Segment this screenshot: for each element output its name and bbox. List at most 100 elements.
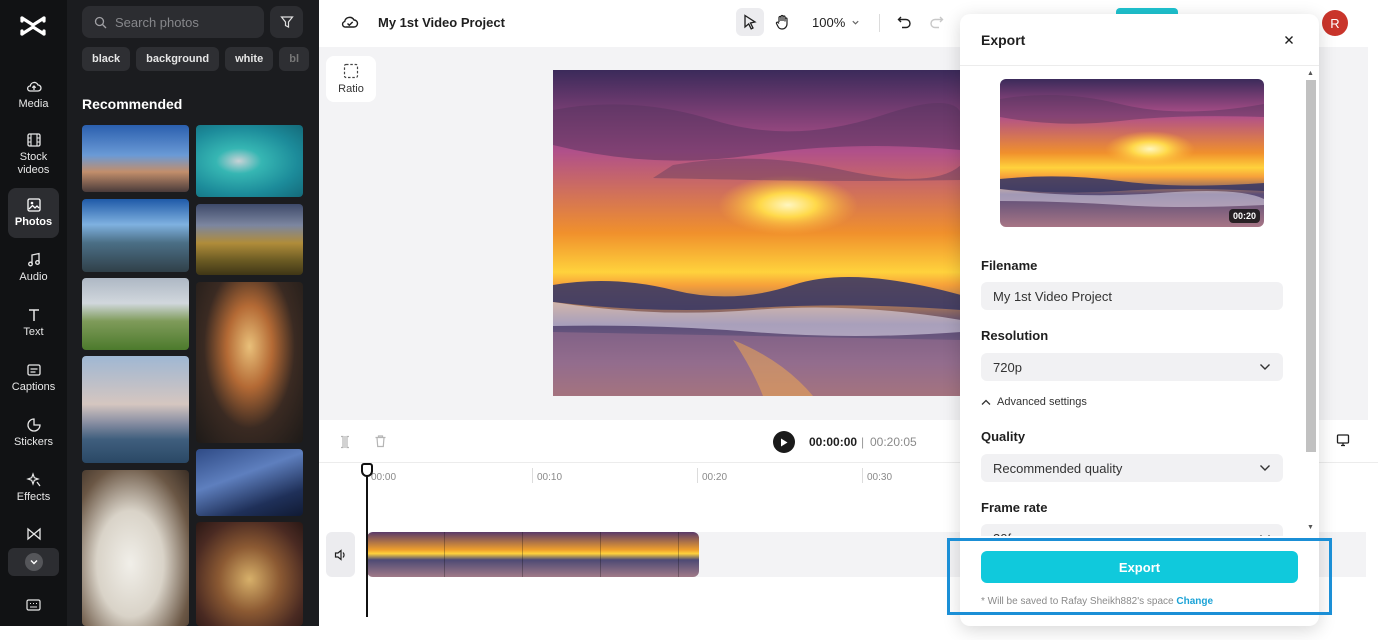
photo-thumbnail[interactable] xyxy=(82,199,189,272)
photo-thumbnail[interactable] xyxy=(196,282,303,443)
chevron-down-icon xyxy=(1260,465,1270,471)
quality-value: Recommended quality xyxy=(993,460,1123,476)
ratio-label: Ratio xyxy=(338,83,364,95)
text-icon xyxy=(28,309,39,321)
photo-thumbnail[interactable] xyxy=(82,470,189,626)
keyboard-icon[interactable] xyxy=(26,599,41,612)
clip-frame xyxy=(601,532,679,577)
timeline-tick: 00:10 xyxy=(532,468,562,483)
photo-thumbnail[interactable] xyxy=(82,356,189,463)
sparkle-icon xyxy=(25,472,41,487)
search-icon xyxy=(94,16,107,28)
hand-tool-button[interactable] xyxy=(768,8,796,36)
scrollbar-thumb[interactable] xyxy=(1306,80,1316,452)
filename-input[interactable] xyxy=(993,288,1271,304)
advanced-settings-label: Advanced settings xyxy=(997,396,1087,408)
rail-item-media[interactable]: Media xyxy=(8,70,59,120)
avatar[interactable]: R xyxy=(1322,10,1348,36)
rail-item-audio[interactable]: Audio xyxy=(8,243,59,293)
photo-thumbnail[interactable] xyxy=(196,125,303,197)
close-button[interactable] xyxy=(1278,29,1300,51)
photo-thumbnail[interactable] xyxy=(196,522,303,626)
filter-button[interactable] xyxy=(270,6,303,38)
resolution-value: 720p xyxy=(993,359,1022,375)
rail-item-stickers[interactable]: Stickers xyxy=(8,408,59,458)
delete-icon[interactable] xyxy=(374,434,387,448)
left-nav-rail: Media Stock videos Photos Audio Text Cap… xyxy=(0,0,67,626)
chevron-down-icon xyxy=(1260,364,1270,370)
clip-frame xyxy=(679,532,699,577)
rail-item-label: Stock videos xyxy=(17,150,50,176)
export-thumbnail: 00:20 xyxy=(1000,79,1264,227)
capcut-logo-icon[interactable] xyxy=(19,13,47,39)
select-tool-button[interactable] xyxy=(736,8,764,36)
rail-item-effects[interactable]: Effects xyxy=(8,463,59,513)
dialog-title: Export xyxy=(981,32,1026,48)
speaker-icon xyxy=(334,548,345,561)
rail-item-label: Audio xyxy=(19,271,48,283)
resolution-select[interactable]: 720p xyxy=(981,353,1283,381)
cloud-save-icon[interactable] xyxy=(341,14,359,30)
redo-button[interactable] xyxy=(922,8,950,36)
redo-icon xyxy=(929,16,943,29)
save-location-note: * Will be saved to Rafay Sheikh882's spa… xyxy=(981,596,1213,607)
music-note-icon xyxy=(27,252,40,267)
chevron-down-icon xyxy=(1260,535,1270,536)
rail-item-photos[interactable]: Photos xyxy=(8,188,59,238)
quality-select[interactable]: Recommended quality xyxy=(981,454,1283,482)
photo-thumbnail[interactable] xyxy=(196,449,303,516)
chevron-up-icon xyxy=(981,399,991,405)
scroll-up-arrow[interactable]: ▲ xyxy=(1307,70,1314,77)
export-button[interactable]: Export xyxy=(981,551,1298,583)
tag-chip[interactable]: white xyxy=(225,47,274,71)
total-time: 00:20:05 xyxy=(870,435,917,449)
rail-item-text[interactable]: Text xyxy=(8,298,59,348)
ratio-icon xyxy=(343,63,359,79)
advanced-settings-toggle[interactable]: Advanced settings xyxy=(981,396,1087,408)
sunset-beach-image xyxy=(1000,79,1264,227)
fullscreen-preview-icon[interactable] xyxy=(1336,433,1350,447)
hand-icon xyxy=(775,14,788,30)
track-volume-button[interactable] xyxy=(326,532,355,577)
search-input[interactable] xyxy=(115,14,255,30)
zoom-dropdown[interactable]: 100% xyxy=(812,15,860,30)
framerate-value: 30fps xyxy=(993,531,1025,537)
tag-chip[interactable]: background xyxy=(136,47,220,71)
photo-thumbnail[interactable] xyxy=(82,125,189,192)
photo-thumbnail[interactable] xyxy=(82,278,189,350)
rail-item-label: Text xyxy=(23,326,44,338)
rail-item-label: Photos xyxy=(14,216,53,228)
split-icon[interactable] xyxy=(339,435,351,449)
video-preview[interactable] xyxy=(553,70,961,396)
rail-item-label: Effects xyxy=(16,491,51,503)
duration-badge: 00:20 xyxy=(1228,209,1260,223)
current-time: 00:00:00 xyxy=(809,435,858,449)
pointer-icon xyxy=(744,14,757,30)
rail-item-captions[interactable]: Captions xyxy=(8,353,59,403)
export-settings-scroll[interactable]: 00:20 Filename Resolution 720p Advanced … xyxy=(960,66,1319,536)
filename-field[interactable] xyxy=(981,282,1283,310)
tag-chip[interactable]: bl xyxy=(279,47,309,71)
search-box[interactable] xyxy=(82,6,264,38)
export-dialog: Export 00:20 Filename My 1st Video Proje… xyxy=(960,14,1319,626)
change-space-link[interactable]: Change xyxy=(1176,596,1213,607)
rail-item-stock-videos[interactable]: Stock videos xyxy=(8,126,59,182)
scroll-down-arrow[interactable]: ▼ xyxy=(1307,524,1314,531)
ratio-button[interactable]: Ratio xyxy=(326,56,376,102)
photos-panel: black background white bl Recommended xyxy=(67,0,319,626)
film-icon xyxy=(26,132,41,147)
project-title[interactable]: My 1st Video Project xyxy=(378,15,505,30)
playhead[interactable] xyxy=(366,471,368,617)
photo-thumbnail[interactable] xyxy=(196,204,303,275)
transition-icon xyxy=(26,527,41,541)
video-clip[interactable] xyxy=(367,532,699,577)
framerate-select[interactable]: 30fps xyxy=(981,524,1283,536)
undo-button[interactable] xyxy=(890,8,918,36)
rail-more-button[interactable] xyxy=(8,548,59,576)
tag-chip[interactable]: black xyxy=(82,47,131,71)
playhead-handle[interactable] xyxy=(361,463,373,477)
filename-label: Filename xyxy=(981,258,1038,273)
play-icon xyxy=(781,438,788,446)
dialog-header: Export xyxy=(960,14,1319,66)
play-button[interactable] xyxy=(773,431,795,453)
